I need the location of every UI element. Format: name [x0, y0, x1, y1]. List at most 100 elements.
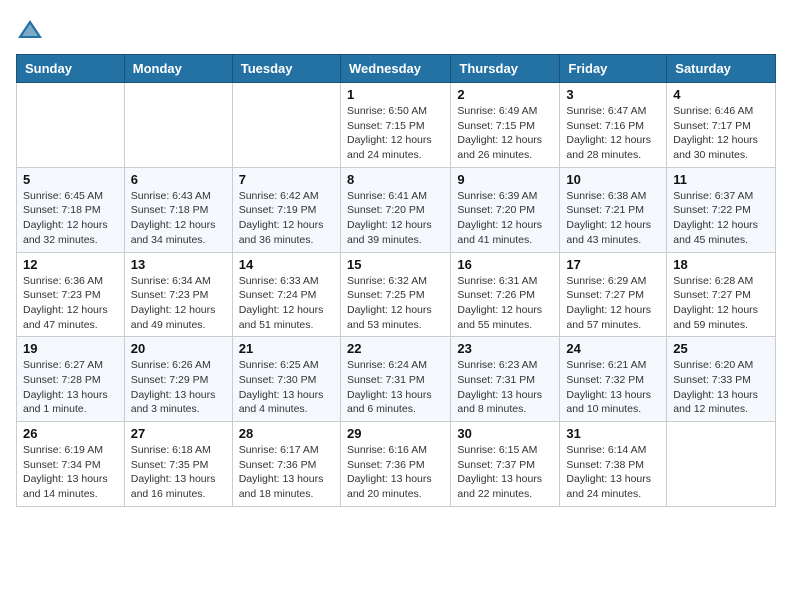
- calendar-cell: [667, 422, 776, 507]
- day-number: 5: [23, 172, 118, 187]
- day-info: Sunrise: 6:16 AM Sunset: 7:36 PM Dayligh…: [347, 443, 444, 502]
- day-info: Sunrise: 6:29 AM Sunset: 7:27 PM Dayligh…: [566, 274, 660, 333]
- day-info: Sunrise: 6:37 AM Sunset: 7:22 PM Dayligh…: [673, 189, 769, 248]
- calendar-cell: 11 Sunrise: 6:37 AM Sunset: 7:22 PM Dayli…: [667, 167, 776, 252]
- day-number: 3: [566, 87, 660, 102]
- day-info: Sunrise: 6:41 AM Sunset: 7:20 PM Dayligh…: [347, 189, 444, 248]
- day-info: Sunrise: 6:38 AM Sunset: 7:21 PM Dayligh…: [566, 189, 660, 248]
- calendar-cell: 22 Sunrise: 6:24 AM Sunset: 7:31 PM Dayli…: [340, 337, 450, 422]
- day-info: Sunrise: 6:39 AM Sunset: 7:20 PM Dayligh…: [457, 189, 553, 248]
- calendar-cell: 15 Sunrise: 6:32 AM Sunset: 7:25 PM Dayli…: [340, 252, 450, 337]
- calendar-cell: 1 Sunrise: 6:50 AM Sunset: 7:15 PM Daylig…: [340, 83, 450, 168]
- calendar-cell: 20 Sunrise: 6:26 AM Sunset: 7:29 PM Dayli…: [124, 337, 232, 422]
- calendar-cell: 12Sunrise: 6:36 AM Sunset: 7:23 PM Dayli…: [17, 252, 125, 337]
- weekday-header-row: SundayMondayTuesdayWednesdayThursdayFrid…: [17, 55, 776, 83]
- calendar-table: SundayMondayTuesdayWednesdayThursdayFrid…: [16, 54, 776, 507]
- calendar-cell: 9 Sunrise: 6:39 AM Sunset: 7:20 PM Daylig…: [451, 167, 560, 252]
- day-number: 23: [457, 341, 553, 356]
- calendar-cell: 26 Sunrise: 6:19 AM Sunset: 7:34 PM Dayli…: [17, 422, 125, 507]
- day-number: 19: [23, 341, 118, 356]
- day-number: 9: [457, 172, 553, 187]
- day-info: Sunrise: 6:14 AM Sunset: 7:38 PM Dayligh…: [566, 443, 660, 502]
- day-info: Sunrise: 6:18 AM Sunset: 7:35 PM Dayligh…: [131, 443, 226, 502]
- day-number: 21: [239, 341, 334, 356]
- weekday-header-wednesday: Wednesday: [340, 55, 450, 83]
- day-info: Sunrise: 6:45 AM Sunset: 7:18 PM Dayligh…: [23, 189, 118, 248]
- day-info: Sunrise: 6:24 AM Sunset: 7:31 PM Dayligh…: [347, 358, 444, 417]
- weekday-header-saturday: Saturday: [667, 55, 776, 83]
- day-number: 15: [347, 257, 444, 272]
- day-number: 11: [673, 172, 769, 187]
- day-info: Sunrise: 6:21 AM Sunset: 7:32 PM Dayligh…: [566, 358, 660, 417]
- day-info: Sunrise: 6:43 AM Sunset: 7:18 PM Dayligh…: [131, 189, 226, 248]
- calendar-cell: 5 Sunrise: 6:45 AM Sunset: 7:18 PM Daylig…: [17, 167, 125, 252]
- day-number: 22: [347, 341, 444, 356]
- day-info: Sunrise: 6:50 AM Sunset: 7:15 PM Dayligh…: [347, 104, 444, 163]
- day-info: Sunrise: 6:47 AM Sunset: 7:16 PM Dayligh…: [566, 104, 660, 163]
- day-info: Sunrise: 6:25 AM Sunset: 7:30 PM Dayligh…: [239, 358, 334, 417]
- logo-icon: [16, 16, 44, 44]
- calendar-cell: 31 Sunrise: 6:14 AM Sunset: 7:38 PM Dayli…: [560, 422, 667, 507]
- day-info: Sunrise: 6:42 AM Sunset: 7:19 PM Dayligh…: [239, 189, 334, 248]
- calendar-week-row: 19Sunrise: 6:27 AM Sunset: 7:28 PM Dayli…: [17, 337, 776, 422]
- calendar-cell: 4 Sunrise: 6:46 AM Sunset: 7:17 PM Daylig…: [667, 83, 776, 168]
- calendar-cell: 13Sunrise: 6:34 AM Sunset: 7:23 PM Dayli…: [124, 252, 232, 337]
- day-number: 27: [131, 426, 226, 441]
- day-number: 26: [23, 426, 118, 441]
- page: SundayMondayTuesdayWednesdayThursdayFrid…: [0, 0, 792, 612]
- weekday-header-friday: Friday: [560, 55, 667, 83]
- day-number: 28: [239, 426, 334, 441]
- calendar-cell: 25 Sunrise: 6:20 AM Sunset: 7:33 PM Dayli…: [667, 337, 776, 422]
- day-number: 25: [673, 341, 769, 356]
- day-info: Sunrise: 6:19 AM Sunset: 7:34 PM Dayligh…: [23, 443, 118, 502]
- day-number: 24: [566, 341, 660, 356]
- calendar-cell: 7 Sunrise: 6:42 AM Sunset: 7:19 PM Daylig…: [232, 167, 340, 252]
- day-number: 29: [347, 426, 444, 441]
- day-info: Sunrise: 6:20 AM Sunset: 7:33 PM Dayligh…: [673, 358, 769, 417]
- calendar-cell: 24 Sunrise: 6:21 AM Sunset: 7:32 PM Dayli…: [560, 337, 667, 422]
- weekday-header-tuesday: Tuesday: [232, 55, 340, 83]
- calendar-cell: 6Sunrise: 6:43 AM Sunset: 7:18 PM Daylig…: [124, 167, 232, 252]
- day-number: 31: [566, 426, 660, 441]
- header: [16, 16, 776, 44]
- weekday-header-monday: Monday: [124, 55, 232, 83]
- day-number: 17: [566, 257, 660, 272]
- calendar-cell: 18Sunrise: 6:28 AM Sunset: 7:27 PM Dayli…: [667, 252, 776, 337]
- day-number: 1: [347, 87, 444, 102]
- calendar-cell: 16 Sunrise: 6:31 AM Sunset: 7:26 PM Dayli…: [451, 252, 560, 337]
- day-number: 10: [566, 172, 660, 187]
- day-info: Sunrise: 6:46 AM Sunset: 7:17 PM Dayligh…: [673, 104, 769, 163]
- day-number: 7: [239, 172, 334, 187]
- calendar-cell: 10 Sunrise: 6:38 AM Sunset: 7:21 PM Dayli…: [560, 167, 667, 252]
- calendar-week-row: 12Sunrise: 6:36 AM Sunset: 7:23 PM Dayli…: [17, 252, 776, 337]
- day-info: Sunrise: 6:34 AM Sunset: 7:23 PM Dayligh…: [131, 274, 226, 333]
- day-number: 20: [131, 341, 226, 356]
- day-number: 30: [457, 426, 553, 441]
- day-number: 16: [457, 257, 553, 272]
- calendar-cell: 3 Sunrise: 6:47 AM Sunset: 7:16 PM Daylig…: [560, 83, 667, 168]
- calendar-cell: 17 Sunrise: 6:29 AM Sunset: 7:27 PM Dayli…: [560, 252, 667, 337]
- day-info: Sunrise: 6:17 AM Sunset: 7:36 PM Dayligh…: [239, 443, 334, 502]
- calendar-cell: 29 Sunrise: 6:16 AM Sunset: 7:36 PM Dayli…: [340, 422, 450, 507]
- calendar-week-row: 5 Sunrise: 6:45 AM Sunset: 7:18 PM Daylig…: [17, 167, 776, 252]
- day-info: Sunrise: 6:32 AM Sunset: 7:25 PM Dayligh…: [347, 274, 444, 333]
- calendar-week-row: 26 Sunrise: 6:19 AM Sunset: 7:34 PM Dayli…: [17, 422, 776, 507]
- calendar-cell: 27 Sunrise: 6:18 AM Sunset: 7:35 PM Dayli…: [124, 422, 232, 507]
- calendar-cell: [232, 83, 340, 168]
- day-info: Sunrise: 6:26 AM Sunset: 7:29 PM Dayligh…: [131, 358, 226, 417]
- calendar-cell: [124, 83, 232, 168]
- day-info: Sunrise: 6:49 AM Sunset: 7:15 PM Dayligh…: [457, 104, 553, 163]
- weekday-header-sunday: Sunday: [17, 55, 125, 83]
- day-info: Sunrise: 6:23 AM Sunset: 7:31 PM Dayligh…: [457, 358, 553, 417]
- calendar-cell: 28 Sunrise: 6:17 AM Sunset: 7:36 PM Dayli…: [232, 422, 340, 507]
- calendar-cell: 19Sunrise: 6:27 AM Sunset: 7:28 PM Dayli…: [17, 337, 125, 422]
- day-info: Sunrise: 6:15 AM Sunset: 7:37 PM Dayligh…: [457, 443, 553, 502]
- day-number: 2: [457, 87, 553, 102]
- weekday-header-thursday: Thursday: [451, 55, 560, 83]
- calendar-week-row: 1 Sunrise: 6:50 AM Sunset: 7:15 PM Daylig…: [17, 83, 776, 168]
- day-number: 4: [673, 87, 769, 102]
- calendar-cell: 21 Sunrise: 6:25 AM Sunset: 7:30 PM Dayli…: [232, 337, 340, 422]
- day-info: Sunrise: 6:31 AM Sunset: 7:26 PM Dayligh…: [457, 274, 553, 333]
- day-info: Sunrise: 6:36 AM Sunset: 7:23 PM Dayligh…: [23, 274, 118, 333]
- day-info: Sunrise: 6:28 AM Sunset: 7:27 PM Dayligh…: [673, 274, 769, 333]
